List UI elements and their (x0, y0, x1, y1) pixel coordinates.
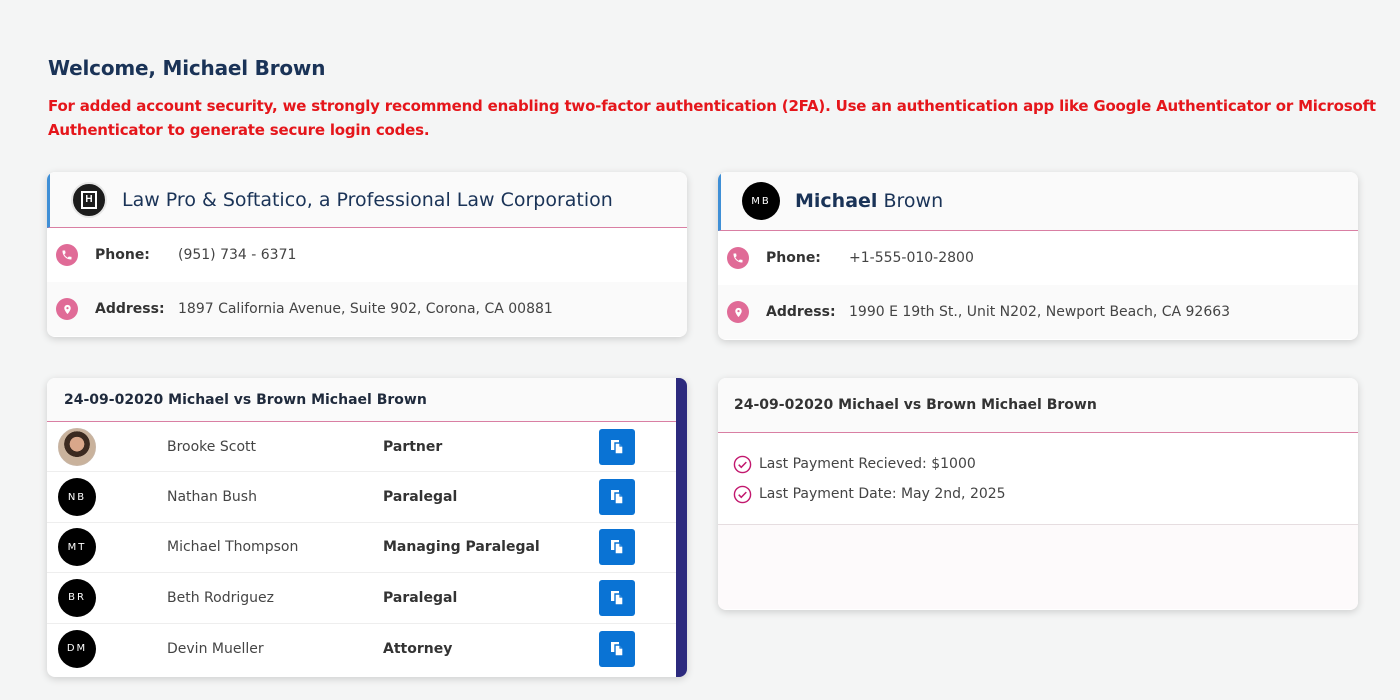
client-last-name: Brown (883, 190, 944, 212)
payment-case-title: 24-09-02020 Michael vs Brown Michael Bro… (718, 378, 1358, 433)
copy-icon (610, 590, 624, 606)
copy-button[interactable] (599, 630, 635, 667)
firm-name: Law Pro & Softatico, a Professional Law … (122, 188, 613, 211)
payment-details: Last Payment Recieved: $1000 Last Paymen… (718, 433, 1358, 525)
member-role: Managing Paralegal (383, 539, 540, 556)
security-warning: For added account security, we strongly … (48, 97, 1376, 139)
list-item: MT Michael Thompson Managing Paralegal (47, 523, 676, 574)
client-address-label: Address: (766, 304, 836, 320)
phone-icon (727, 247, 749, 269)
member-name: Michael Thompson (167, 539, 299, 556)
copy-icon (610, 439, 624, 455)
payment-body: Last Payment Recieved: $1000 Last Paymen… (718, 433, 1358, 609)
copy-icon (610, 490, 624, 505)
welcome-first-name: Michael (162, 56, 249, 80)
firm-address-row: Address: 1897 California Avenue, Suite 9… (47, 282, 687, 336)
list-item: Brooke Scott Partner (47, 422, 676, 473)
client-first-name: Michael (795, 190, 878, 212)
firm-logo: H (71, 181, 107, 218)
client-card-header: MB Michael Brown (718, 172, 1358, 231)
client-phone-row: Phone: +1-555-010-2800 (718, 231, 1358, 285)
firm-phone-value: (951) 734 - 6371 (178, 247, 297, 263)
client-phone-label: Phone: (766, 250, 821, 266)
avatar: NB (58, 478, 96, 517)
copy-icon (610, 540, 624, 556)
list-item: NB Nathan Bush Paralegal (47, 472, 676, 523)
firm-card: H Law Pro & Softatico, a Professional La… (47, 172, 687, 337)
copy-button[interactable] (599, 479, 635, 516)
last-payment-item: Last Payment Recieved: $1000 (733, 449, 1358, 479)
avatar (58, 427, 96, 466)
location-pin-icon (727, 301, 749, 323)
member-role: Partner (383, 438, 443, 455)
firm-address-label: Address: (95, 301, 165, 317)
last-payment-date-item: Last Payment Date: May 2nd, 2025 (733, 479, 1358, 509)
payment-card: 24-09-02020 Michael vs Brown Michael Bro… (718, 378, 1358, 610)
avatar: MB (742, 182, 780, 220)
location-pin-icon (56, 298, 78, 320)
member-name: Beth Rodriguez (167, 589, 274, 606)
welcome-prefix: Welcome, (48, 56, 163, 80)
firm-logo-letter: H (81, 190, 97, 209)
firm-address-value: 1897 California Avenue, Suite 902, Coron… (178, 301, 553, 317)
team-list: Brooke Scott Partner NB Nathan Bush Para… (47, 422, 676, 674)
member-name: Nathan Bush (167, 489, 257, 506)
copy-button[interactable] (599, 529, 635, 566)
firm-phone-row: Phone: (951) 734 - 6371 (47, 228, 687, 282)
member-role: Paralegal (383, 589, 458, 606)
member-name: Brooke Scott (167, 438, 256, 455)
list-item: DM Devin Mueller Attorney (47, 624, 676, 674)
phone-icon (56, 244, 78, 266)
client-address-value: 1990 E 19th St., Unit N202, Newport Beac… (849, 304, 1231, 320)
copy-button[interactable] (599, 428, 635, 465)
last-payment-date: Last Payment Date: May 2nd, 2025 (759, 486, 1006, 502)
check-circle-icon (733, 455, 752, 473)
member-role: Paralegal (383, 489, 458, 506)
avatar: BR (58, 578, 96, 617)
copy-icon (610, 641, 624, 657)
firm-phone-label: Phone: (95, 247, 150, 263)
last-payment-amount: Last Payment Recieved: $1000 (759, 456, 976, 472)
welcome-heading: Welcome, Michael Brown (48, 56, 325, 80)
case-team-title: 24-09-02020 Michael vs Brown Michael Bro… (47, 378, 676, 422)
case-team-card: 24-09-02020 Michael vs Brown Michael Bro… (47, 378, 687, 677)
avatar: MT (58, 528, 96, 567)
avatar: DM (58, 629, 96, 668)
list-item: BR Beth Rodriguez Paralegal (47, 573, 676, 624)
firm-card-header: H Law Pro & Softatico, a Professional La… (47, 172, 687, 228)
check-circle-icon (733, 485, 752, 503)
welcome-last-name: Brown (254, 56, 326, 80)
copy-button[interactable] (599, 579, 635, 616)
client-phone-value: +1-555-010-2800 (849, 250, 974, 266)
client-address-row: Address: 1990 E 19th St., Unit N202, New… (718, 285, 1358, 339)
client-name: Michael Brown (795, 190, 943, 212)
client-card: MB Michael Brown Phone: +1-555-010-2800 … (718, 172, 1358, 340)
member-name: Devin Mueller (167, 640, 264, 657)
member-role: Attorney (383, 640, 453, 657)
